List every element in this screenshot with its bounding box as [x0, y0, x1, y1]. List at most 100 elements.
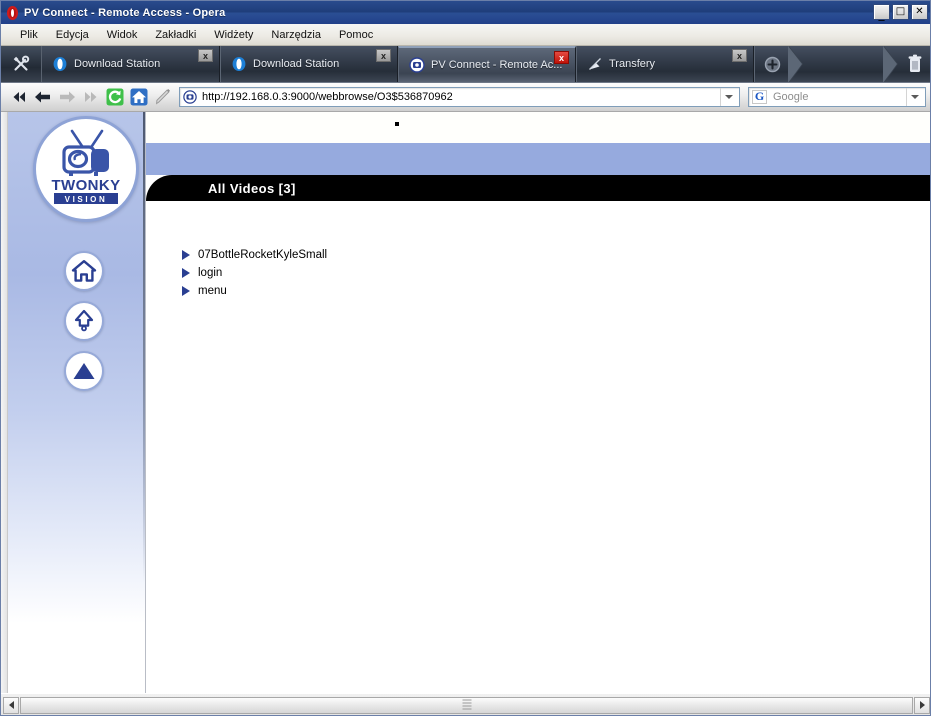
svg-text:TWONKY: TWONKY [51, 177, 120, 194]
home-icon [130, 88, 148, 106]
minimize-button[interactable]: _ [873, 4, 890, 20]
browser-tab-3-active[interactable]: PV Connect - Remote Ac... x [398, 46, 576, 82]
video-list: 07BottleRocketKyleSmall login menu [182, 246, 882, 300]
stray-dot [395, 122, 399, 126]
browser-tab-4[interactable]: Transfery x [576, 46, 754, 82]
page-blue-band [146, 143, 930, 175]
scrollbar-track[interactable] [20, 696, 913, 714]
search-bar[interactable]: G Google [748, 87, 926, 107]
scrollbar-grip-icon [462, 699, 471, 711]
list-item-label: login [198, 267, 223, 279]
reload-icon [106, 88, 124, 106]
rewind-button[interactable] [7, 85, 31, 109]
tab-close-button[interactable]: x [198, 49, 213, 62]
window-title: PV Connect - Remote Access - Opera [24, 6, 226, 19]
list-item-label: 07BottleRocketKyleSmall [198, 249, 328, 261]
sidebar-home-button[interactable] [64, 251, 104, 291]
scroll-right-button[interactable] [914, 696, 930, 714]
twonky-favicon-icon [183, 90, 197, 104]
tab-label: Download Station [253, 58, 340, 70]
pencil-icon [156, 89, 170, 105]
edit-button[interactable] [151, 85, 175, 109]
new-tab-button[interactable] [755, 56, 789, 73]
google-logo-icon: G [752, 90, 767, 104]
close-button[interactable]: ✕ [911, 4, 928, 20]
menu-item-widok[interactable]: Widok [98, 27, 147, 43]
address-bar-value: http://192.168.0.3:9000/webbrowse/O3$536… [202, 91, 453, 103]
svg-text:VISION: VISION [65, 195, 108, 204]
horizontal-scrollbar[interactable] [1, 693, 930, 715]
back-button[interactable] [31, 85, 55, 109]
page-viewport: TWONKY VISION All Videos [3] 07BottleRoc… [1, 112, 930, 693]
twonky-web-page: TWONKY VISION All Videos [3] 07BottleRoc… [8, 112, 930, 693]
tab-close-button[interactable]: x [376, 49, 391, 62]
sidebar-up-level-button[interactable] [64, 301, 104, 341]
opera-favicon-icon [231, 56, 247, 72]
content-body: 07BottleRocketKyleSmall login menu [154, 201, 930, 693]
search-dropdown-button[interactable] [906, 88, 923, 106]
menu-item-plik[interactable]: Plik [11, 27, 47, 43]
list-item-label: menu [198, 285, 227, 297]
reload-button[interactable] [103, 85, 127, 109]
tab-label: Download Station [74, 58, 161, 70]
play-arrow-icon [182, 286, 190, 296]
close-icon: ✕ [915, 6, 924, 17]
menu-item-edycja[interactable]: Edycja [47, 27, 98, 43]
plus-circle-icon [764, 56, 780, 72]
wrench-screwdriver-icon [13, 55, 30, 71]
navigation-toolbar: http://192.168.0.3:9000/webbrowse/O3$536… [1, 83, 930, 112]
minimize-icon: _ [878, 7, 885, 21]
page-top-strip [146, 112, 930, 143]
window-controls: _ □ ✕ [873, 4, 928, 20]
tab-bar-right-area [754, 46, 930, 82]
address-bar[interactable]: http://192.168.0.3:9000/webbrowse/O3$536… [179, 87, 740, 107]
menu-item-narzedzia[interactable]: Narzędzia [262, 27, 330, 43]
browser-tab-2[interactable]: Download Station x [220, 46, 398, 82]
left-arrow-icon [35, 91, 50, 103]
home-icon [71, 260, 97, 282]
satellite-dish-icon [587, 56, 603, 72]
tab-bar: Download Station x Download Station x PV… [1, 46, 930, 83]
twonky-tv-logo-icon: TWONKY VISION [51, 129, 120, 204]
scroll-left-button[interactable] [3, 696, 19, 714]
tab-close-button[interactable]: x [732, 49, 747, 62]
double-right-arrow-icon [85, 92, 97, 102]
scrollbar-thumb[interactable] [20, 696, 913, 714]
play-arrow-icon [182, 268, 190, 278]
right-arrow-icon [919, 701, 925, 709]
solid-up-triangle-icon [73, 363, 95, 379]
twonky-favicon-icon [409, 57, 425, 73]
home-button[interactable] [127, 85, 151, 109]
content-header-bar: All Videos [3] [146, 175, 930, 201]
right-arrow-icon [60, 91, 75, 103]
tab-chevron-decoration [788, 46, 803, 82]
tab-chevron-decoration-2 [883, 46, 898, 82]
search-input[interactable]: Google [773, 91, 906, 103]
menu-item-widzety[interactable]: Widżety [205, 27, 262, 43]
tab-close-button[interactable]: x [554, 51, 569, 64]
title-bar: PV Connect - Remote Access - Opera _ □ ✕ [1, 1, 930, 24]
menu-item-pomoc[interactable]: Pomoc [330, 27, 382, 43]
fast-forward-button [79, 85, 103, 109]
trash-icon [908, 54, 922, 72]
browser-tab-1[interactable]: Download Station x [42, 46, 220, 82]
tools-button[interactable] [1, 46, 42, 82]
opera-logo-icon [5, 5, 21, 21]
list-item[interactable]: 07BottleRocketKyleSmall [182, 246, 882, 264]
left-arrow-icon [8, 701, 14, 709]
menu-item-zakladki[interactable]: Zakładki [146, 27, 205, 43]
list-item[interactable]: login [182, 264, 882, 282]
viewport-left-gutter [1, 112, 8, 693]
trash-button[interactable] [898, 54, 930, 74]
double-left-arrow-icon [13, 92, 25, 102]
list-item[interactable]: menu [182, 282, 882, 300]
opera-browser-window: PV Connect - Remote Access - Opera _ □ ✕… [0, 0, 931, 716]
page-sidebar: TWONKY VISION [8, 112, 146, 693]
address-dropdown-button[interactable] [720, 88, 737, 106]
play-arrow-icon [182, 250, 190, 260]
menu-bar: Plik Edycja Widok Zakładki Widżety Narzę… [1, 24, 930, 46]
sidebar-back-button[interactable] [64, 351, 104, 391]
page-title: All Videos [3] [208, 180, 296, 196]
forward-button [55, 85, 79, 109]
maximize-button[interactable]: □ [892, 4, 909, 20]
